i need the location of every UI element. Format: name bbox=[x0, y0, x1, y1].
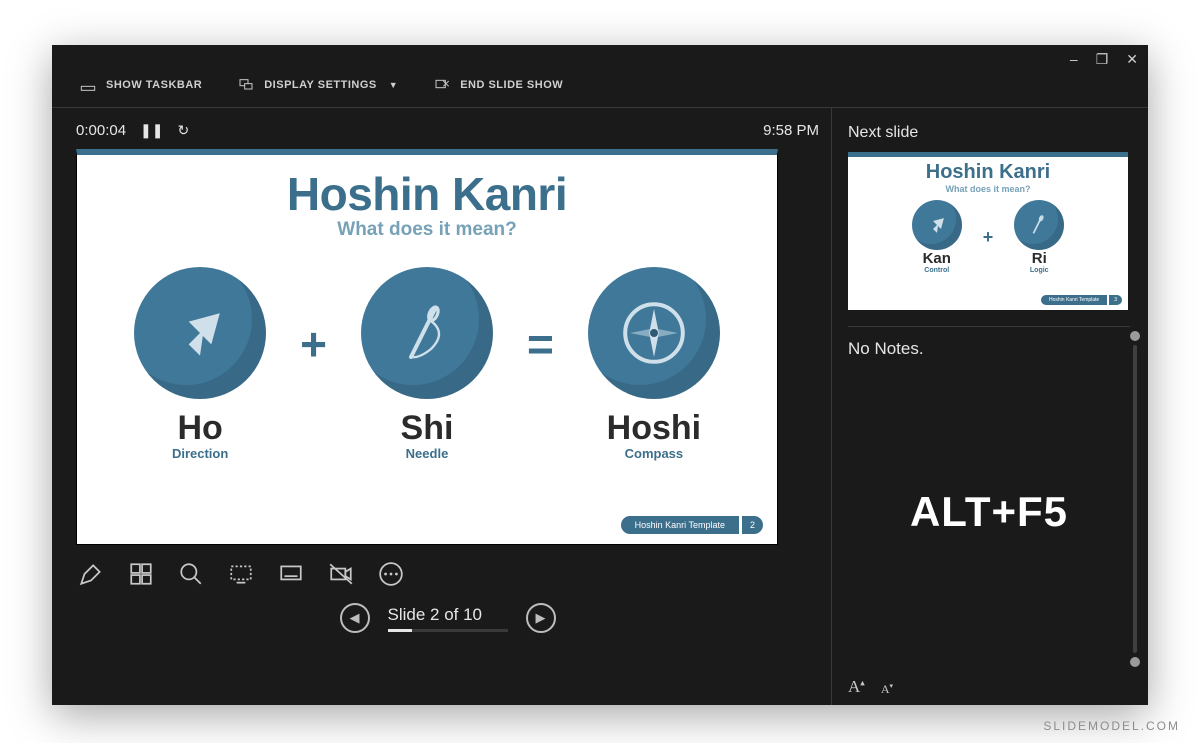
increase-text-size-button[interactable]: A▴ bbox=[848, 677, 865, 697]
presenter-view-window: – ❐ ✕ SHOW TASKBAR DISPLAY SETTINGS ▼ EN… bbox=[52, 45, 1148, 705]
term-shi: Shi Needle bbox=[347, 267, 507, 461]
notes-scrollbar[interactable] bbox=[1130, 331, 1140, 667]
close-button[interactable]: ✕ bbox=[1126, 51, 1138, 68]
see-all-slides-button[interactable] bbox=[128, 561, 154, 587]
term-ri: Ri Logic bbox=[1003, 200, 1075, 274]
more-options-button[interactable] bbox=[378, 561, 404, 587]
window-controls: – ❐ ✕ bbox=[52, 45, 1148, 67]
zoom-button[interactable] bbox=[178, 561, 204, 587]
clock-time: 9:58 PM bbox=[763, 122, 819, 139]
presenter-menubar: SHOW TASKBAR DISPLAY SETTINGS ▼ END SLID… bbox=[52, 67, 1148, 108]
slide-progress bbox=[388, 629, 508, 632]
content-area: 0:00:04 ❚❚ ↻ 9:58 PM Hoshin Kanri What d… bbox=[52, 108, 1148, 705]
next-slide-thumbnail[interactable]: Hoshin Kanri What does it mean? Kan Cont… bbox=[848, 152, 1128, 310]
black-screen-button[interactable] bbox=[228, 561, 254, 587]
slide-footer-number: 2 bbox=[742, 516, 763, 534]
needle-icon bbox=[361, 267, 493, 399]
display-settings-icon bbox=[238, 77, 254, 93]
slide-counter-label: Slide 2 of 10 bbox=[388, 605, 483, 624]
prev-slide-button[interactable]: ◀ bbox=[340, 603, 370, 633]
scroll-down-button[interactable] bbox=[1130, 657, 1140, 667]
current-slide-panel: 0:00:04 ❚❚ ↻ 9:58 PM Hoshin Kanri What d… bbox=[52, 108, 832, 705]
slide-footer-label: Hoshin Kanri Template bbox=[621, 516, 739, 534]
scroll-track[interactable] bbox=[1133, 345, 1137, 653]
term-hoshi: Hoshi Compass bbox=[574, 267, 734, 461]
slide-counter: Slide 2 of 10 bbox=[388, 605, 508, 632]
camera-off-button[interactable] bbox=[328, 561, 354, 587]
slide-footer-pill: Hoshin Kanri Template 2 bbox=[621, 516, 763, 534]
slide-title: Hoshin Kanri bbox=[77, 167, 777, 221]
compass-icon bbox=[588, 267, 720, 399]
slide-footer-pill: Hoshin Kanri Template 3 bbox=[1041, 295, 1122, 305]
maximize-button[interactable]: ❐ bbox=[1096, 51, 1109, 68]
end-slideshow-button[interactable]: END SLIDE SHOW bbox=[434, 77, 563, 93]
needle-icon bbox=[1014, 200, 1064, 250]
current-slide-stage[interactable]: Hoshin Kanri What does it mean? Ho Direc… bbox=[76, 149, 778, 545]
equals-symbol: = bbox=[527, 317, 554, 411]
decrease-text-size-button[interactable]: A▾ bbox=[881, 682, 893, 697]
pause-timer-button[interactable]: ❚❚ bbox=[140, 122, 163, 139]
speaker-notes-area: No Notes. ALT+F5 A▴ A▾ bbox=[848, 326, 1130, 697]
scroll-up-button[interactable] bbox=[1130, 331, 1140, 341]
slide-nav: ◀ Slide 2 of 10 ▶ bbox=[76, 591, 819, 641]
no-notes-label: No Notes. bbox=[848, 339, 1130, 359]
term-kan: Kan Control bbox=[901, 200, 973, 274]
pen-tool-button[interactable] bbox=[78, 561, 104, 587]
slide-subtitle: What does it mean? bbox=[77, 219, 777, 241]
end-slideshow-label: END SLIDE SHOW bbox=[460, 79, 563, 91]
next-slide-panel: Next slide Hoshin Kanri What does it mea… bbox=[832, 108, 1148, 705]
elapsed-time: 0:00:04 bbox=[76, 122, 126, 139]
slide-icon-row: Ho Direction + Shi Needle = bbox=[77, 267, 777, 461]
show-taskbar-button[interactable]: SHOW TASKBAR bbox=[80, 77, 202, 93]
display-settings-button[interactable]: DISPLAY SETTINGS ▼ bbox=[238, 77, 398, 93]
reset-timer-button[interactable]: ↻ bbox=[178, 122, 190, 139]
keyboard-shortcut-overlay: ALT+F5 bbox=[848, 488, 1130, 536]
plus-symbol: + bbox=[983, 227, 994, 248]
next-slide-header: Next slide bbox=[848, 122, 1130, 152]
end-slideshow-icon bbox=[434, 77, 450, 93]
timer-row: 0:00:04 ❚❚ ↻ 9:58 PM bbox=[76, 122, 819, 149]
arrow-icon bbox=[134, 267, 266, 399]
watermark: SLIDEMODEL.COM bbox=[1043, 719, 1180, 733]
presenter-tools bbox=[76, 545, 819, 591]
minimize-button[interactable]: – bbox=[1070, 51, 1078, 67]
term-ho: Ho Direction bbox=[120, 267, 280, 461]
plus-symbol: + bbox=[300, 317, 327, 411]
subtitle-button[interactable] bbox=[278, 561, 304, 587]
next-slide-button[interactable]: ▶ bbox=[526, 603, 556, 633]
notes-text-size-controls: A▴ A▾ bbox=[848, 677, 893, 697]
taskbar-icon bbox=[80, 77, 96, 93]
display-settings-label: DISPLAY SETTINGS bbox=[264, 79, 377, 91]
show-taskbar-label: SHOW TASKBAR bbox=[106, 79, 202, 91]
arrow-icon bbox=[912, 200, 962, 250]
chevron-down-icon: ▼ bbox=[389, 80, 398, 90]
